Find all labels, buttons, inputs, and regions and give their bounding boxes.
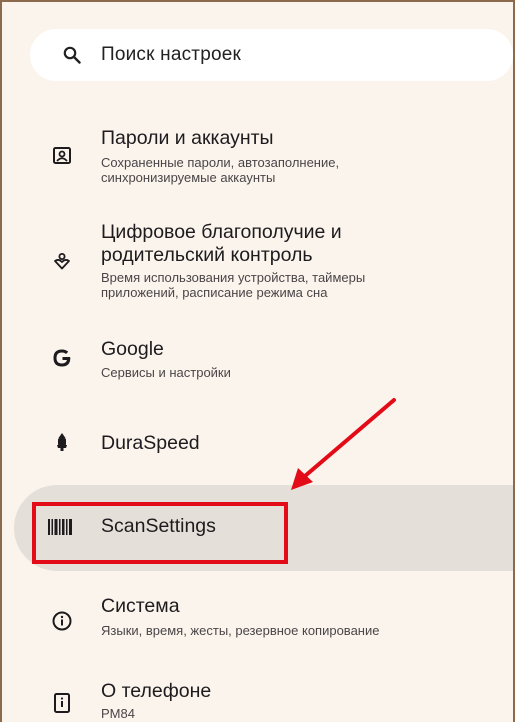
item-subtitle: PM84	[101, 706, 135, 721]
settings-item-about-phone[interactable]: О телефоне PM84	[2, 667, 513, 722]
settings-screen: Поиск настроек Пароли и аккаунты Сохране…	[0, 0, 515, 722]
settings-item-system[interactable]: Система Языки, время, жесты, резервное к…	[2, 582, 513, 652]
item-title: О телефоне	[101, 680, 212, 702]
item-title: Система	[101, 595, 180, 617]
phone-info-icon	[54, 693, 70, 713]
info-icon	[52, 611, 72, 631]
item-subtitle: Языки, время, жесты, резервное копирован…	[101, 623, 380, 638]
